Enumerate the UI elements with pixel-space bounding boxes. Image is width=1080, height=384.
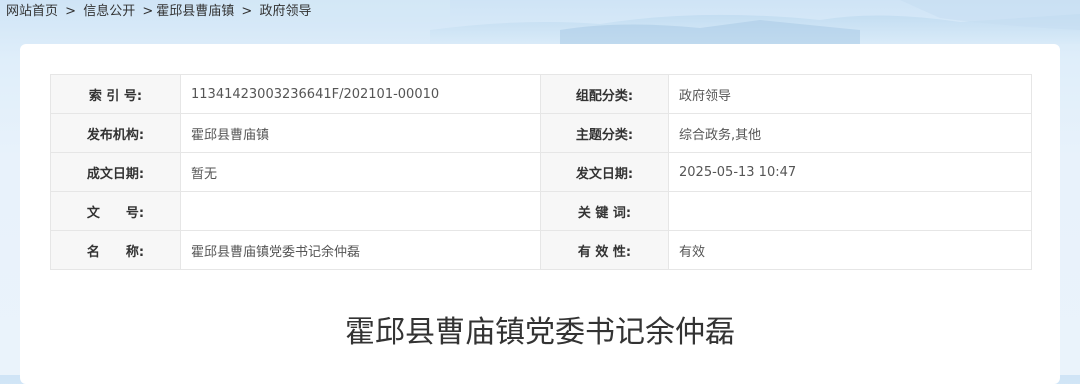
document-number-value xyxy=(180,191,541,231)
breadcrumb: 网站首页 > 信息公开 > 霍邱县曹庙镇 > 政府领导 xyxy=(6,3,311,21)
breadcrumb-separator: > xyxy=(142,4,154,19)
index-number-label: 索 引 号: xyxy=(50,74,181,114)
breadcrumb-info-link[interactable]: 信息公开 xyxy=(83,4,135,19)
breadcrumb-separator: > xyxy=(241,4,253,19)
topic-label: 主题分类: xyxy=(540,113,669,153)
validity-value: 有效 xyxy=(668,230,1032,270)
keywords-value xyxy=(668,191,1032,231)
validity-label: 有 效 性: xyxy=(540,230,669,270)
name-value: 霍邱县曹庙镇党委书记余仲磊 xyxy=(180,230,541,270)
publisher-value: 霍邱县曹庙镇 xyxy=(180,113,541,153)
article-title: 霍邱县曹庙镇党委书记余仲磊 xyxy=(345,315,735,350)
category-label: 组配分类: xyxy=(540,74,669,114)
breadcrumb-home-link[interactable]: 网站首页 xyxy=(6,4,58,19)
keywords-label: 关 键 词: xyxy=(540,191,669,231)
name-label: 名 称: xyxy=(50,230,181,270)
topic-value: 综合政务,其他 xyxy=(668,113,1032,153)
table-row: 文 号: 关 键 词: xyxy=(50,191,1032,231)
written-date-value: 暂无 xyxy=(180,152,541,192)
written-date-label: 成文日期: xyxy=(50,152,181,192)
table-row: 索 引 号: 11341423003236641F/202101-00010 组… xyxy=(50,74,1032,114)
index-number-value: 11341423003236641F/202101-00010 xyxy=(180,74,541,114)
table-row: 成文日期: 暂无 发文日期: 2025-05-13 10:47 xyxy=(50,152,1032,192)
publish-date-value: 2025-05-13 10:47 xyxy=(668,152,1032,192)
table-row: 发布机构: 霍邱县曹庙镇 主题分类: 综合政务,其他 xyxy=(50,113,1032,153)
publish-date-label: 发文日期: xyxy=(540,152,669,192)
document-metadata-table: 索 引 号: 11341423003236641F/202101-00010 组… xyxy=(50,74,1032,270)
category-value: 政府领导 xyxy=(668,74,1032,114)
breadcrumb-town-link[interactable]: 霍邱县曹庙镇 xyxy=(156,4,234,19)
breadcrumb-separator: > xyxy=(65,4,77,19)
breadcrumb-current-link[interactable]: 政府领导 xyxy=(259,4,311,19)
document-number-label: 文 号: xyxy=(50,191,181,231)
publisher-label: 发布机构: xyxy=(50,113,181,153)
table-row: 名 称: 霍邱县曹庙镇党委书记余仲磊 有 效 性: 有效 xyxy=(50,230,1032,270)
